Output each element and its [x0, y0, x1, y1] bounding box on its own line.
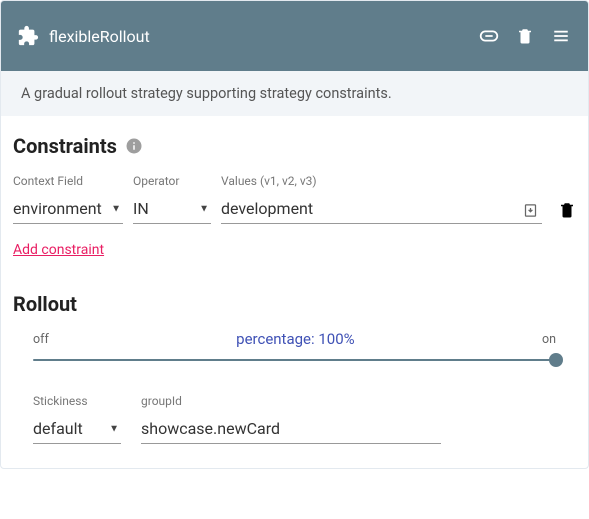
- context-field-field: Context Field environment ▼: [13, 174, 123, 224]
- delete-constraint-button[interactable]: [558, 200, 576, 224]
- header-left: flexibleRollout: [17, 25, 150, 47]
- header-actions: [478, 25, 572, 47]
- info-icon[interactable]: [125, 137, 143, 155]
- strategy-description: A gradual rollout strategy supporting st…: [1, 71, 588, 116]
- chevron-down-icon: ▼: [111, 203, 121, 214]
- context-field-select[interactable]: environment ▼: [13, 194, 123, 224]
- stickiness-value: default: [33, 419, 83, 438]
- rollout-slider-box: off percentage: 100% on: [13, 330, 576, 368]
- slider-track-line: [33, 359, 556, 361]
- strategy-title: flexibleRollout: [49, 27, 150, 46]
- percentage-slider[interactable]: [33, 352, 556, 368]
- add-constraint-link[interactable]: Add constraint: [13, 242, 104, 258]
- operator-label: Operator: [133, 174, 211, 188]
- operator-select[interactable]: IN ▼: [133, 194, 211, 224]
- rollout-title: Rollout: [13, 292, 77, 316]
- chevron-down-icon: ▼: [109, 423, 119, 434]
- values-field: Values (v1, v2, v3): [221, 174, 542, 224]
- context-field-value: environment: [13, 199, 102, 218]
- save-icon[interactable]: [522, 202, 538, 218]
- groupid-label: groupId: [141, 394, 441, 408]
- values-label: Values (v1, v2, v3): [221, 174, 542, 188]
- context-field-label: Context Field: [13, 174, 123, 188]
- stickiness-label: Stickiness: [33, 394, 121, 408]
- operator-field: Operator IN ▼: [133, 174, 211, 224]
- strategy-header: flexibleRollout: [1, 1, 588, 71]
- strategy-card: flexibleRollout A gradual ro: [0, 0, 589, 469]
- chevron-down-icon: ▼: [199, 203, 209, 214]
- link-icon[interactable]: [478, 25, 500, 47]
- groupid-input[interactable]: [141, 414, 441, 444]
- rollout-fields: Stickiness default ▼ groupId: [13, 394, 576, 444]
- constraints-title: Constraints: [13, 134, 117, 158]
- puzzle-icon: [17, 25, 39, 47]
- slider-labels: off percentage: 100% on: [33, 330, 556, 348]
- rollout-section: Rollout off percentage: 100% on Stickine…: [1, 282, 588, 468]
- drag-handle-icon[interactable]: [550, 27, 572, 45]
- constraints-section: Constraints Context Field environment ▼ …: [1, 116, 588, 282]
- stickiness-field: Stickiness default ▼: [33, 394, 121, 444]
- constraint-row: Context Field environment ▼ Operator IN …: [13, 174, 576, 224]
- trash-icon[interactable]: [516, 26, 534, 46]
- on-label: on: [542, 332, 556, 347]
- stickiness-select[interactable]: default ▼: [33, 414, 121, 444]
- off-label: off: [33, 332, 49, 347]
- groupid-field: groupId: [141, 394, 441, 444]
- values-input[interactable]: [221, 194, 542, 224]
- constraints-title-row: Constraints: [13, 134, 576, 158]
- slider-thumb[interactable]: [549, 353, 563, 367]
- operator-value: IN: [133, 199, 149, 218]
- percentage-label: percentage: 100%: [236, 330, 354, 348]
